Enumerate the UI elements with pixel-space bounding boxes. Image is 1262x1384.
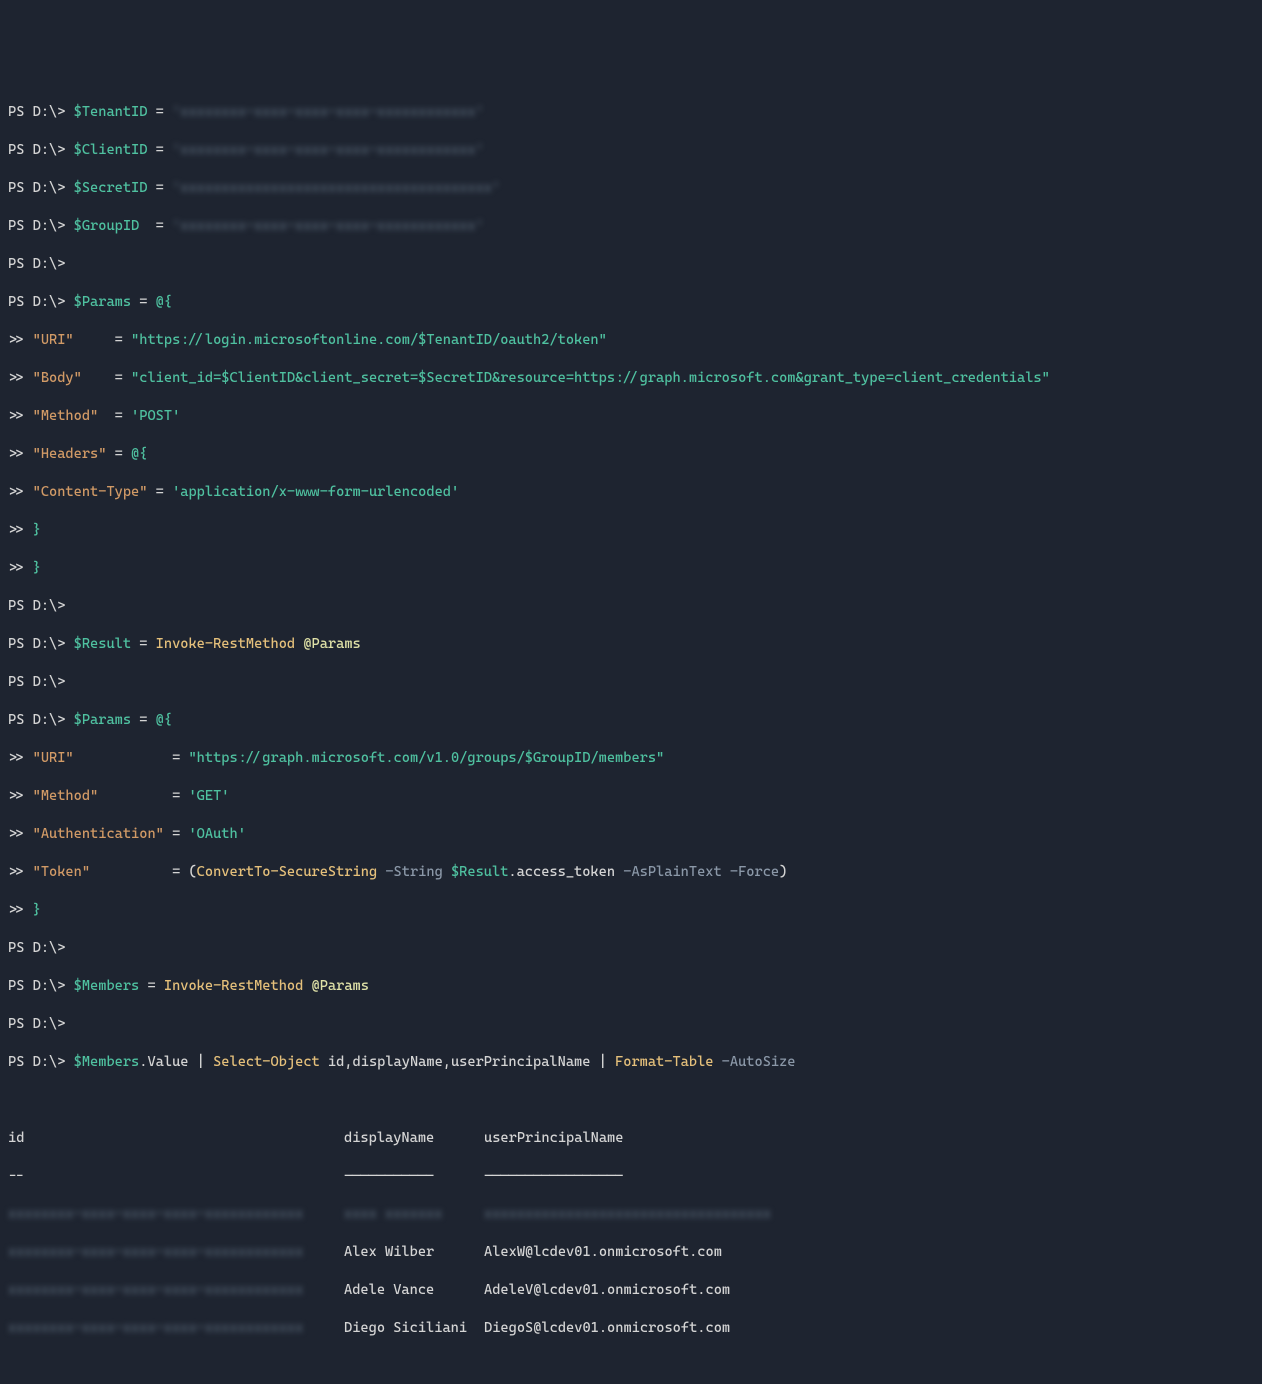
blurred-value: 'xxxxxxxx-xxxx-xxxx-xxxx-xxxxxxxxxxxx' xyxy=(172,218,484,234)
column-header-upn: userPrincipalName xyxy=(484,1129,623,1148)
key-uri: "URI" xyxy=(33,332,74,348)
key-authentication: "Authentication" xyxy=(33,826,164,842)
blurred-value: 'xxxxxxxxxxxxxxxxxxxxxxxxxxxxxxxxxxxxxx' xyxy=(172,180,500,196)
var-secret: $SecretID xyxy=(74,180,148,196)
var-tenant: $TenantID xyxy=(74,104,148,120)
column-header-displayname: displayName xyxy=(344,1129,484,1148)
blurred-value: 'xxxxxxxx-xxxx-xxxx-xxxx-xxxxxxxxxxxx' xyxy=(172,104,484,120)
select-object: Select-Object xyxy=(213,1054,320,1070)
format-table: Format-Table xyxy=(615,1054,713,1070)
key-method: "Method" xyxy=(33,408,99,424)
var-group: $GroupID xyxy=(74,218,140,234)
key-token: "Token" xyxy=(33,864,90,880)
var-result: $Result xyxy=(74,636,131,652)
splat-params: @Params xyxy=(303,636,360,652)
key-body: "Body" xyxy=(33,370,82,386)
var-client: $ClientID xyxy=(74,142,148,158)
table-row: xxxxxxxx-xxxx-xxxx-xxxx-xxxxxxxxxxxxAdel… xyxy=(8,1281,1254,1300)
convertto-securestring: ConvertTo-SecureString xyxy=(197,864,377,880)
key-content-type: "Content-Type" xyxy=(33,484,148,500)
var-params: $Params xyxy=(74,294,131,310)
key-headers: "Headers" xyxy=(33,446,107,462)
table-row: xxxxxxxx-xxxx-xxxx-xxxx-xxxxxxxxxxxxAlex… xyxy=(8,1243,1254,1262)
var-members: $Members xyxy=(74,978,140,994)
blurred-value: 'xxxxxxxx-xxxx-xxxx-xxxx-xxxxxxxxxxxx' xyxy=(172,142,484,158)
column-header-id: id xyxy=(8,1129,344,1148)
continuation: >> xyxy=(8,332,24,348)
terminal[interactable]: PS D:\> $TenantID = 'xxxxxxxx-xxxx-xxxx-… xyxy=(8,84,1254,1384)
table-row: xxxxxxxx-xxxx-xxxx-xxxx-xxxxxxxxxxxxDieg… xyxy=(8,1319,1254,1338)
table-row: xxxxxxxx-xxxx-xxxx-xxxx-xxxxxxxxxxxxxxxx… xyxy=(8,1205,1254,1224)
invoke-restmethod: Invoke-RestMethod xyxy=(156,636,295,652)
prompt: PS D:\> xyxy=(8,104,65,120)
